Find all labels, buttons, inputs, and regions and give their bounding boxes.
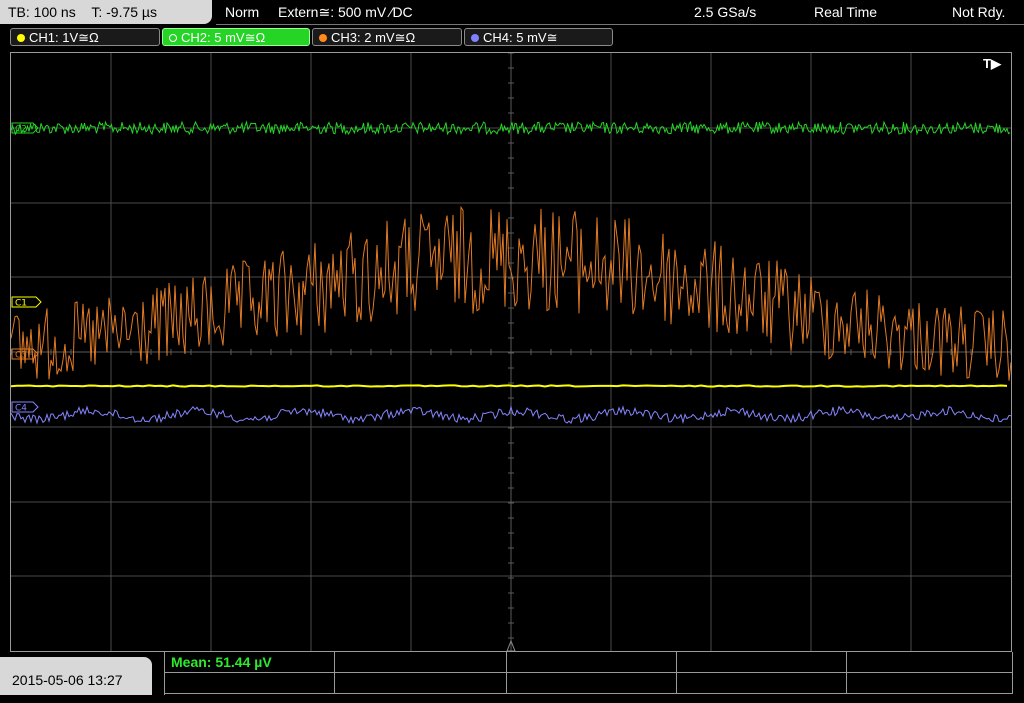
- measurement-cell[interactable]: Mean: 51.44 µV: [165, 652, 335, 672]
- trigger-mode[interactable]: Norm: [225, 0, 259, 24]
- status-bar: Norm Extern≅: 500 mV ∕DC 2.5 GSa/s Real …: [216, 0, 1024, 25]
- measurement-row: Mean: 51.44 µV: [165, 652, 1013, 673]
- trigger-position-marker[interactable]: T▶: [983, 56, 1002, 71]
- channel-tab-label: CH2: 5 mV≅Ω: [181, 30, 266, 45]
- trigger-source[interactable]: Extern≅: 500 mV ∕DC: [278, 0, 413, 24]
- measurement-cell[interactable]: [677, 652, 847, 672]
- channel-tab-label: CH4: 5 mV≅: [483, 30, 558, 45]
- measurement-cell[interactable]: [847, 652, 1013, 672]
- acquisition-mode[interactable]: Real Time: [814, 0, 877, 24]
- measurement-cell[interactable]: [847, 673, 1013, 693]
- waveform-canvas: C2 C1 C3 C4 T▶: [11, 53, 1011, 651]
- timebase-panel[interactable]: TB: 100 ns T: -9.75 µs: [0, 0, 212, 24]
- measurement-cell[interactable]: [165, 673, 335, 693]
- measurement-table: Mean: 51.44 µV: [164, 652, 1013, 695]
- ch4-marker-label: C4: [15, 404, 27, 414]
- ch3-color-dot-icon: [319, 34, 327, 42]
- datetime-value: 2015-05-06 13:27: [12, 672, 123, 688]
- channel-tabs: CH1: 1V≅Ω CH2: 5 mV≅Ω CH3: 2 mV≅Ω CH4: 5…: [0, 26, 1024, 50]
- channel-tab-ch4[interactable]: CH4: 5 mV≅: [464, 28, 613, 46]
- ch4-offset-marker[interactable]: C4: [11, 401, 39, 414]
- ch1-color-dot-icon: [17, 34, 25, 42]
- trigger-time-value: T: -9.75 µs: [91, 4, 157, 20]
- graticule-center-axes: [11, 53, 1011, 651]
- measurement-cell[interactable]: [335, 673, 507, 693]
- measurement-row: [165, 673, 1013, 694]
- ch2-color-dot-icon: [169, 34, 177, 42]
- sample-rate[interactable]: 2.5 GSa/s: [694, 0, 756, 24]
- ch2-offset-marker[interactable]: C2: [11, 122, 39, 135]
- timebase-value: TB: 100 ns: [8, 4, 76, 20]
- datetime-panel: 2015-05-06 13:27: [0, 657, 152, 695]
- measurement-cell[interactable]: [677, 673, 847, 693]
- measurement-cell[interactable]: [335, 652, 507, 672]
- ch1-offset-marker[interactable]: C1: [11, 296, 42, 309]
- waveform-display[interactable]: C2 C1 C3 C4 T▶: [10, 52, 1012, 652]
- measurement-mean-label: Mean: 51.44 µV: [171, 654, 272, 670]
- channel-tab-ch3[interactable]: CH3: 2 mV≅Ω: [312, 28, 462, 46]
- channel-tab-label: CH3: 2 mV≅Ω: [331, 30, 416, 45]
- channel-tab-label: CH1: 1V≅Ω: [29, 30, 99, 45]
- acquisition-state: Not Rdy.: [952, 4, 1006, 20]
- ch1-waveform: [11, 384, 1008, 388]
- measurement-cell[interactable]: [507, 673, 677, 693]
- ch1-marker-label: C1: [15, 299, 27, 309]
- ch3-marker-label: C3: [15, 351, 27, 361]
- ch2-marker-label: C2: [15, 125, 27, 135]
- measurement-cell[interactable]: [507, 652, 677, 672]
- channel-tab-ch2[interactable]: CH2: 5 mV≅Ω: [162, 28, 310, 46]
- ch4-color-dot-icon: [471, 34, 479, 42]
- channel-tab-ch1[interactable]: CH1: 1V≅Ω: [10, 28, 160, 46]
